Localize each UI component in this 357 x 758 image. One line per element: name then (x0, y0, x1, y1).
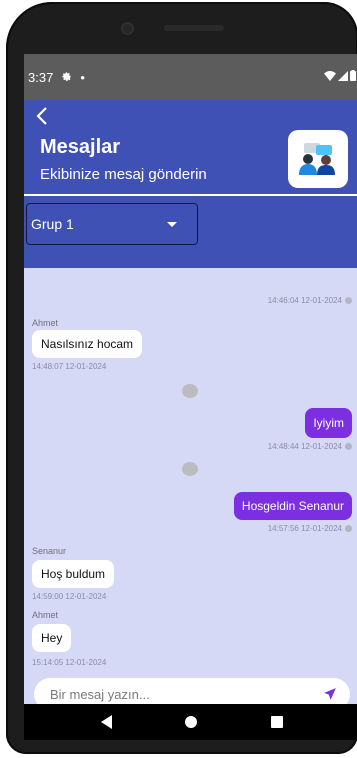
screen: 3:37 • Mesajlar Ekibinize mesaj gönderin… (24, 54, 357, 740)
message-list[interactable]: 14:46:04 12-01-2024 Ahmet Nasılsınız hoc… (24, 268, 357, 676)
message-text: Hoş buldum (41, 567, 106, 581)
read-check-icon (345, 297, 352, 304)
send-button[interactable] (322, 686, 338, 702)
page-title: Mesajlar (40, 136, 121, 158)
message-sender: Senanur (32, 546, 67, 556)
incoming-message-bubble[interactable]: Hoş buldum (32, 560, 115, 588)
triangle-back-icon[interactable] (100, 715, 112, 729)
message-text: Hey (41, 631, 63, 645)
outgoing-message-bubble[interactable]: Hosgeldin Senanur (233, 492, 352, 520)
message-time: 14:57:56 12-01-2024 (267, 524, 342, 533)
message-time: 14:48:44 12-01-2024 (267, 442, 342, 451)
message-text: Hosgeldin Senanur (241, 499, 344, 513)
read-check-icon (345, 443, 352, 450)
header-logo (288, 130, 348, 188)
group-dropdown[interactable]: Grup 1 (26, 203, 198, 245)
incoming-message-bubble[interactable]: Nasılsınız hocam (32, 330, 143, 358)
phone-top-bezel (102, 12, 242, 44)
avatar-placeholder (182, 462, 198, 476)
message-meta: 15:14:05 12-01-2024 (32, 658, 106, 667)
chevron-left-icon (36, 107, 47, 125)
message-meta: 14:48:44 12-01-2024 (268, 442, 352, 451)
phone-frame: 3:37 • Mesajlar Ekibinize mesaj gönderin… (6, 2, 357, 754)
system-nav-bar (24, 704, 357, 740)
avatar-placeholder (182, 384, 198, 398)
message-time: 14:59:00 12-01-2024 (32, 592, 107, 601)
message-time: 14:46:04 12-01-2024 (267, 296, 342, 305)
back-button[interactable] (36, 106, 48, 130)
outgoing-message-bubble[interactable]: Iyiyim (305, 408, 352, 438)
status-time: 3:37 (28, 69, 54, 85)
message-time: 14:48:07 12-01-2024 (32, 362, 107, 371)
gear-icon (61, 70, 72, 85)
battery-icon (350, 70, 356, 84)
page-subtitle: Ekibinize mesaj gönderin (40, 166, 207, 183)
status-bar: 3:37 • (24, 54, 357, 100)
message-input[interactable] (50, 686, 322, 702)
team-chat-icon (299, 143, 335, 175)
earpiece-speaker (163, 25, 224, 31)
wifi-icon (324, 70, 336, 84)
group-dropdown-value: Grup 1 (31, 216, 74, 232)
app-header: Mesajlar Ekibinize mesaj gönderin (24, 100, 357, 194)
notification-dot: • (80, 69, 85, 85)
message-meta: 14:57:56 12-01-2024 (268, 524, 352, 533)
message-time: 15:14:05 12-01-2024 (32, 658, 107, 667)
circle-home-icon[interactable] (185, 716, 198, 728)
message-meta: 14:48:07 12-01-2024 (32, 362, 106, 371)
message-sender: Ahmet (32, 610, 59, 620)
group-selector-band: Grup 1 (24, 196, 357, 268)
square-recents-icon[interactable] (271, 716, 284, 728)
front-camera (120, 21, 134, 35)
signal-icon (338, 70, 348, 84)
message-text: Iyiyim (313, 416, 344, 430)
message-sender: Ahmet (32, 318, 59, 328)
send-icon (324, 688, 336, 700)
read-check-icon (345, 525, 352, 532)
message-text: Nasılsınız hocam (41, 337, 134, 351)
incoming-message-bubble[interactable]: Hey (32, 624, 72, 652)
message-meta: 14:59:00 12-01-2024 (32, 592, 106, 601)
caret-down-icon (167, 221, 177, 227)
message-meta: 14:46:04 12-01-2024 (268, 296, 352, 305)
